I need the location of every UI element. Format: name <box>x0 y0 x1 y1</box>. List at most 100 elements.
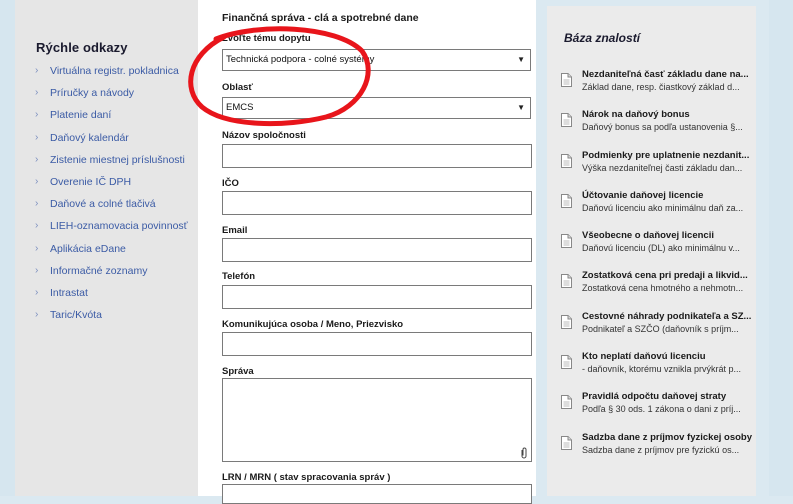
area-select-value: EMCS <box>226 102 254 113</box>
knowledge-base-item-snippet: Podnikateľ a SZČO (daňovník s príjm... <box>582 323 739 334</box>
knowledge-base-item[interactable]: Cestovné náhrady podnikateľa a SZ... Podn… <box>561 311 752 351</box>
quick-link-label: Informačné zoznamy <box>50 264 148 277</box>
knowledge-base-item[interactable]: Sadzba dane z príjmov fyzickej osoby Sadz… <box>561 432 752 472</box>
knowledge-base-item[interactable]: Všeobecne o daňovej licencii Daňovú licen… <box>561 230 752 270</box>
chevron-right-icon: › <box>35 264 39 276</box>
company-label: Názov spoločnosti <box>222 130 306 141</box>
document-icon <box>561 113 572 128</box>
knowledge-base-item[interactable]: Kto neplatí daňovú licenciu - daňovník, k… <box>561 351 752 391</box>
chevron-right-icon: › <box>35 65 39 76</box>
knowledge-base-item[interactable]: Pravidlá odpočtu daňovej straty Podľa § 3… <box>561 391 752 431</box>
knowledge-base-item[interactable]: Nezdaniteľná časť základu dane na... Zákl… <box>561 69 752 109</box>
phone-input[interactable] <box>222 285 532 309</box>
chevron-right-icon: › <box>35 242 39 254</box>
area-select[interactable]: EMCS ▼ <box>222 97 531 119</box>
quick-link-item[interactable]: › Taric/Kvóta <box>35 308 188 330</box>
document-icon <box>561 234 572 249</box>
area-label: Oblasť <box>222 82 253 93</box>
knowledge-base-item[interactable]: Účtovanie daňovej licencie Daňovú licenci… <box>561 190 752 230</box>
phone-label: Telefón <box>222 271 256 282</box>
chevron-right-icon: › <box>35 220 39 232</box>
company-input[interactable] <box>222 144 532 168</box>
quick-link-label: Daňový kalendár <box>50 131 129 144</box>
attachment-icon[interactable] <box>519 447 529 459</box>
message-textarea[interactable] <box>222 378 532 462</box>
knowledge-base-item-title: Kto neplatí daňovú licenciu <box>582 351 706 363</box>
quick-link-item[interactable]: › Platenie daní <box>35 108 188 130</box>
ico-label: IČO <box>222 178 239 189</box>
contact-person-input[interactable] <box>222 332 532 356</box>
knowledge-base-item[interactable]: Nárok na daňový bonus Daňový bonus sa pod… <box>561 109 752 149</box>
quick-link-item[interactable]: › Informačné zoznamy <box>35 264 188 286</box>
quick-link-item[interactable]: › Aplikácia eDane <box>35 242 188 264</box>
document-icon <box>561 314 572 329</box>
page-background-left <box>0 0 15 496</box>
quick-link-item[interactable]: › Daňové a colné tlačivá <box>35 197 188 219</box>
knowledge-base-item-title: Účtovanie daňovej licencie <box>582 189 704 201</box>
email-label: Email <box>222 225 248 236</box>
knowledge-base-item-title: Podmienky pre uplatnenie nezdanit... <box>582 149 750 161</box>
knowledge-base-item-snippet: Sadzba dane z príjmov pre fyzickú os... <box>582 444 740 455</box>
knowledge-base-item[interactable]: Zostatková cena pri predaji a likvid... Z… <box>561 270 752 310</box>
quick-link-item[interactable]: › Virtuálna registr. pokladnica <box>35 64 188 86</box>
chevron-right-icon: › <box>35 198 39 210</box>
knowledge-base-item-snippet: Daňovú licenciu ako minimálnu daň za... <box>582 202 744 213</box>
document-icon <box>561 153 572 168</box>
document-icon <box>561 73 572 87</box>
chevron-right-icon: › <box>35 286 39 298</box>
lrn-label: LRN / MRN ( stav spracovania správ ) <box>222 472 391 483</box>
lrn-input[interactable] <box>222 484 532 504</box>
document-icon <box>561 274 572 289</box>
topic-select[interactable]: Technická podpora - colné systémy ▼ <box>222 49 531 71</box>
quick-link-label: LIEH-oznamovacia povinnosť <box>50 220 188 233</box>
quick-link-label: Platenie daní <box>50 109 112 122</box>
message-label: Správa <box>222 366 254 377</box>
quick-link-label: Virtuálna registr. pokladnica <box>50 65 179 77</box>
knowledge-base-item-title: Všeobecne o daňovej licencii <box>582 230 714 242</box>
knowledge-base-item-title: Nárok na daňový bonus <box>582 109 690 121</box>
quick-link-item[interactable]: › Intrastat <box>35 286 188 308</box>
ico-input[interactable] <box>222 191 532 215</box>
topic-select-value: Technická podpora - colné systémy <box>226 54 375 65</box>
knowledge-base-item-title: Pravidlá odpočtu daňovej straty <box>582 391 727 403</box>
document-icon <box>561 435 572 450</box>
sidebar-heading: Rýchle odkazy <box>36 40 128 55</box>
knowledge-base-item-snippet: - daňovník, ktorému vznikla prvýkrát p..… <box>582 364 742 375</box>
quick-link-item[interactable]: › Príručky a návody <box>35 86 188 108</box>
knowledge-base-item-snippet: Daňový bonus sa podľa ustanovenia §... <box>582 122 743 133</box>
email-input[interactable] <box>222 238 532 262</box>
knowledge-base-title: Báza znalostí <box>564 31 641 45</box>
quick-link-label: Príručky a návody <box>50 87 135 100</box>
quick-link-item[interactable]: › Zistenie miestnej príslušnosti <box>35 153 188 175</box>
chevron-right-icon: › <box>35 309 39 321</box>
knowledge-base-item-title: Nezdaniteľná časť základu dane na... <box>582 69 749 80</box>
knowledge-base-item[interactable]: Podmienky pre uplatnenie nezdanit... Výšk… <box>561 150 752 190</box>
chevron-right-icon: › <box>35 175 39 187</box>
knowledge-base-item-snippet: Výška nezdaniteľnej časti základu dan... <box>582 162 743 173</box>
contact-form: Finančná správa - clá a spotrebné dane Z… <box>198 0 536 504</box>
quick-link-item[interactable]: › Daňový kalendár <box>35 131 188 153</box>
knowledge-base-item-snippet: Základ dane, resp. čiastkový základ d... <box>582 82 740 92</box>
quick-link-label: Zistenie miestnej príslušnosti <box>50 153 185 166</box>
knowledge-base-list: Nezdaniteľná časť základu dane na... Zákl… <box>561 69 752 472</box>
quick-link-label: Taric/Kvóta <box>50 309 102 322</box>
document-icon <box>561 355 572 370</box>
knowledge-base-item-snippet: Zostatková cena hmotného a nehmotn... <box>582 283 744 294</box>
quick-link-item[interactable]: › Overenie IČ DPH <box>35 175 188 197</box>
knowledge-base-item-snippet: Podľa § 30 ods. 1 zákona o dani z príj..… <box>582 404 741 415</box>
sidebar: Rýchle odkazy › Virtuálna registr. poklad… <box>15 0 198 496</box>
quick-link-label: Aplikácia eDane <box>50 242 126 255</box>
knowledge-base-panel: Báza znalostí Nezdaniteľná časť základu … <box>547 6 756 496</box>
knowledge-base-item-title: Cestovné náhrady podnikateľa a SZ... <box>582 310 752 322</box>
dropdown-arrow-icon: ▼ <box>517 55 525 64</box>
quick-link-item[interactable]: › LIEH-oznamovacia povinnosť <box>35 219 188 241</box>
quick-link-label: Overenie IČ DPH <box>50 175 132 188</box>
form-title: Finančná správa - clá a spotrebné dane <box>222 12 419 24</box>
chevron-right-icon: › <box>35 131 39 143</box>
document-icon <box>561 395 572 410</box>
quick-links-list: › Virtuálna registr. pokladnica › Príručky … <box>35 64 188 330</box>
contact-person-label: Komunikujúca osoba / Meno, Priezvisko <box>222 319 404 330</box>
quick-link-label: Daňové a colné tlačivá <box>50 198 156 211</box>
chevron-right-icon: › <box>35 153 39 165</box>
quick-link-label: Intrastat <box>50 286 88 299</box>
